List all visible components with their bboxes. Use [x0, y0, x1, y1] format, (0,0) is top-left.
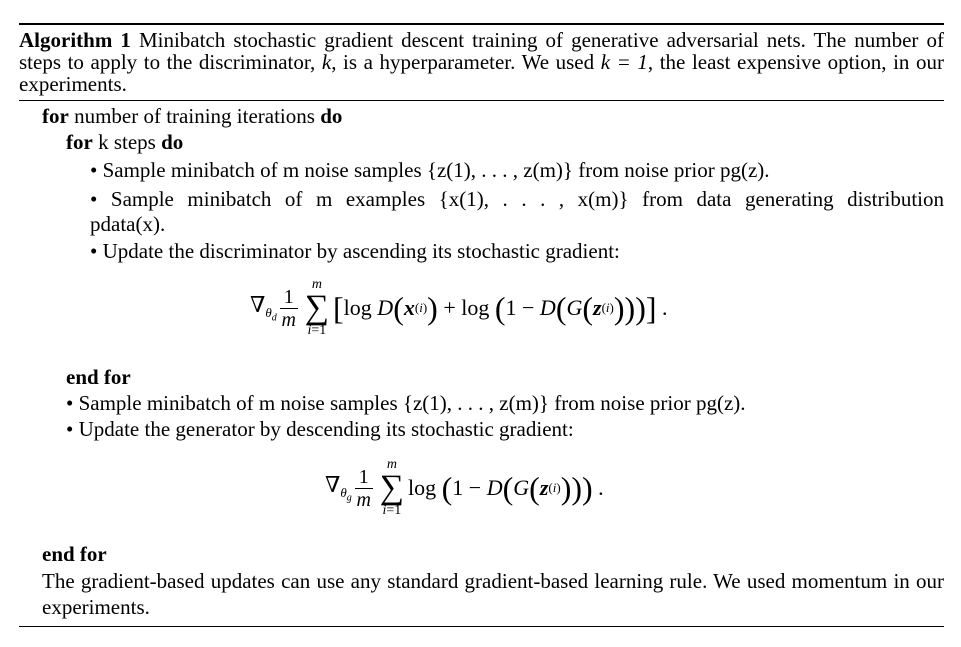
bottom-rule	[19, 626, 944, 627]
disc-step-update: • Update the discriminator by ascending …	[90, 239, 620, 263]
algorithm-label: Algorithm 1	[19, 28, 131, 52]
inner-for-line: for k steps do	[66, 130, 183, 154]
inner-for-text: k steps	[92, 130, 162, 154]
discriminator-equation: ∇θd 1m m ∑ i=1 [log D(x (i)) + log (1 − D(G…	[250, 277, 668, 338]
disc-step-noise: • Sample minibatch of m noise samples {z…	[90, 158, 770, 182]
caption-eq: k = 1	[600, 50, 648, 74]
caption-rule	[19, 100, 944, 101]
generator-equation: ∇θg 1m m ∑ i=1 log (1 − D(G(z (i)))) .	[325, 457, 604, 518]
outer-for-line: for number of training iterations do	[42, 104, 342, 128]
outer-for-text: number of training iterations	[68, 104, 321, 128]
do-keyword: do	[320, 104, 343, 128]
footer-note: The gradient-based updates can use any s…	[42, 569, 944, 619]
for-keyword: for	[66, 130, 93, 154]
do-keyword: do	[161, 130, 184, 154]
top-rule	[19, 23, 944, 25]
end-for-keyword: end for	[42, 542, 107, 566]
gen-step-noise: • Sample minibatch of m noise samples {z…	[66, 391, 746, 415]
end-for-keyword: end for	[66, 365, 131, 389]
gen-step-update: • Update the generator by descending its…	[66, 417, 574, 441]
caption-k: k	[321, 50, 332, 74]
end-for-outer: end for	[42, 542, 107, 566]
caption-text-b: , is a hyperparameter. We used	[331, 50, 601, 74]
algorithm-caption: Algorithm 1 Minibatch stochastic gradien…	[19, 29, 944, 95]
disc-step-data: • Sample minibatch of m examples {x(1), …	[90, 187, 944, 211]
disc-step-data-cont: pdata(x).	[90, 212, 166, 236]
end-for-inner: end for	[66, 365, 131, 389]
for-keyword: for	[42, 104, 69, 128]
